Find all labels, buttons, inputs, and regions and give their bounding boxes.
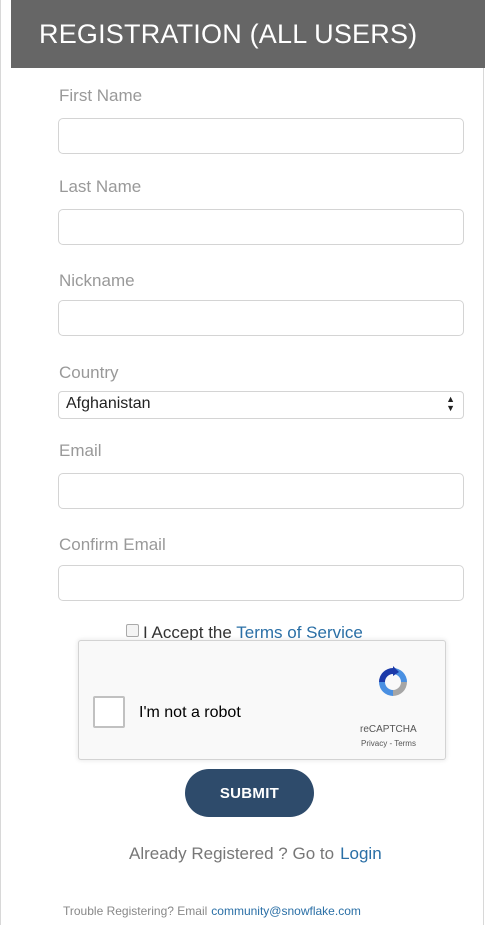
terms-checkbox[interactable]	[126, 624, 139, 637]
recaptcha-logo-icon	[379, 666, 407, 696]
registration-panel: REGISTRATION (ALL USERS) First Name Last…	[0, 0, 485, 925]
recaptcha-widget: I'm not a robot reCAPTCHA Privacy - Term…	[78, 640, 446, 760]
support-email-link[interactable]: community@snowflake.com	[211, 904, 361, 918]
confirm-email-label: Confirm Email	[59, 535, 166, 554]
last-name-label: Last Name	[59, 177, 142, 196]
email-label: Email	[59, 441, 102, 460]
already-registered-prefix: Already Registered ? Go to	[129, 844, 335, 863]
confirm-email-input[interactable]	[58, 565, 464, 601]
recaptcha-label: I'm not a robot	[139, 704, 241, 721]
first-name-label: First Name	[59, 86, 143, 105]
country-select[interactable]: Afghanistan ▲ ▼	[58, 391, 464, 419]
recaptcha-checkbox[interactable]	[93, 696, 125, 728]
submit-button[interactable]: SUBMIT	[185, 769, 314, 817]
recaptcha-brand: reCAPTCHA	[360, 724, 417, 735]
email-input[interactable]	[58, 473, 464, 509]
nickname-label: Nickname	[59, 271, 135, 290]
recaptcha-privacy-terms[interactable]: Privacy - Terms	[361, 739, 416, 748]
nickname-input[interactable]	[58, 300, 464, 336]
already-registered-text: Already Registered ? Go to Login	[129, 844, 382, 864]
country-selected-value: Afghanistan	[66, 395, 151, 412]
country-label: Country	[59, 363, 119, 382]
first-name-input[interactable]	[58, 118, 464, 154]
select-arrows-icon: ▲ ▼	[446, 394, 455, 413]
page-title: REGISTRATION (ALL USERS)	[11, 0, 485, 68]
trouble-prefix: Trouble Registering? Email	[63, 904, 208, 918]
last-name-input[interactable]	[58, 209, 464, 245]
trouble-registering-text: Trouble Registering? Email community@snow…	[63, 904, 361, 918]
login-link[interactable]: Login	[340, 844, 382, 863]
